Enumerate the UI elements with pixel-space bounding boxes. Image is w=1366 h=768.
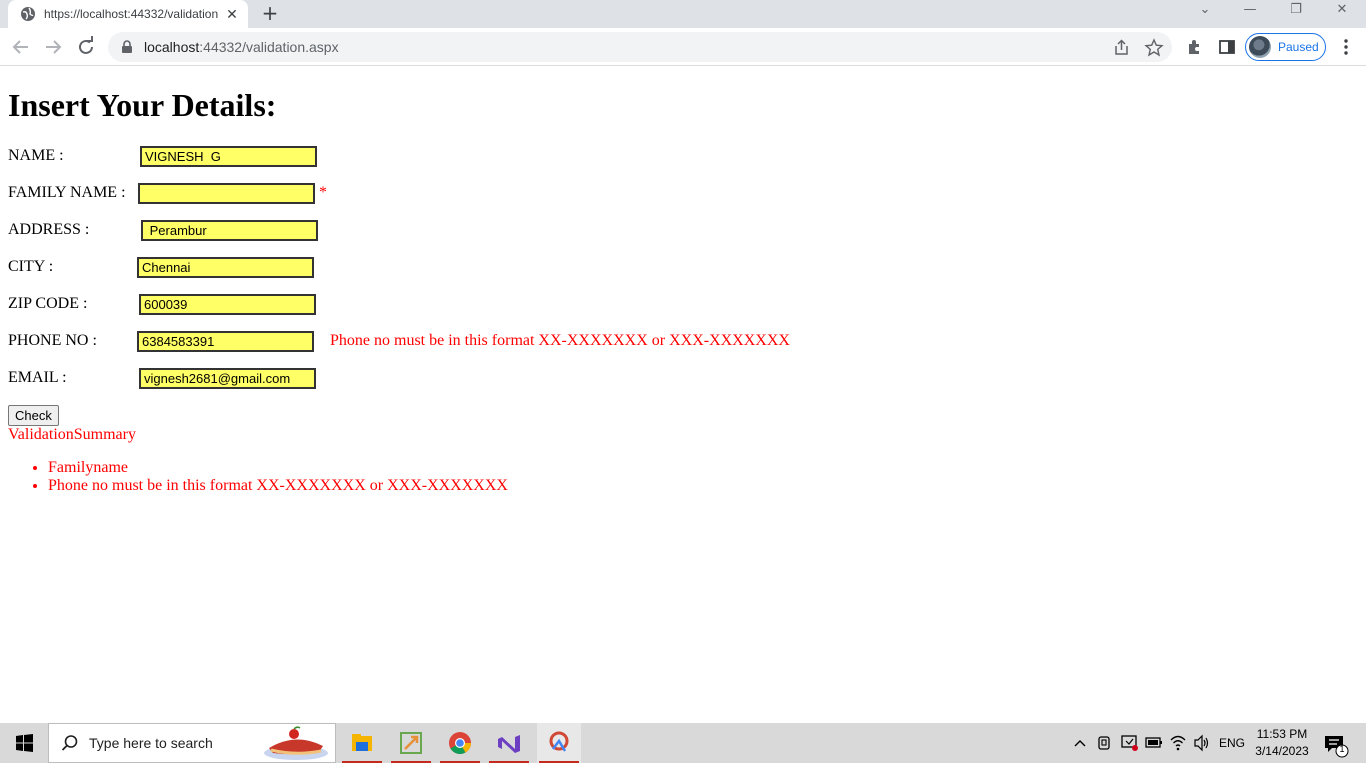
language-indicator[interactable]: ENG — [1219, 723, 1245, 763]
family-name-input[interactable] — [138, 183, 315, 204]
system-clock[interactable]: 11:53 PM 3/14/2023 — [1248, 726, 1316, 760]
taskbar: Type here to search ENG 11:53 PM 3/14/20… — [0, 723, 1366, 763]
app-icon-2 — [549, 731, 569, 752]
page-title: Insert Your Details: — [8, 87, 277, 123]
profile-status: Paused — [1278, 40, 1319, 54]
show-hidden-icons-icon[interactable] — [1072, 723, 1088, 763]
city-label: CITY : — [8, 258, 54, 275]
browser-tab[interactable]: https://localhost:44332/validation ✕ — [8, 0, 248, 28]
validation-summary-title: ValidationSummary — [8, 426, 136, 443]
summary-item: Familyname — [48, 459, 508, 477]
back-icon[interactable] — [9, 35, 33, 59]
zip-code-input[interactable]: 600039 — [139, 294, 316, 315]
address-input[interactable]: Perambur — [141, 220, 318, 241]
required-marker: * — [319, 184, 327, 201]
app-icon — [400, 732, 422, 754]
file-explorer-icon — [352, 734, 372, 751]
meet-now-icon[interactable] — [1096, 723, 1114, 763]
tab-search-icon[interactable]: ⌄ — [1185, 0, 1225, 24]
side-panel-icon[interactable] — [1217, 37, 1237, 57]
minimize-button[interactable]: — — [1230, 0, 1270, 24]
summary-item: Phone no must be in this format XX-XXXXX… — [48, 477, 508, 495]
close-tab-icon[interactable]: ✕ — [224, 6, 240, 23]
forward-icon[interactable] — [41, 35, 65, 59]
phone-input[interactable]: 6384583391 — [137, 331, 314, 352]
new-tab-button[interactable]: + — [258, 2, 282, 26]
restore-button[interactable]: ❐ — [1276, 0, 1316, 24]
file-explorer-app[interactable] — [340, 723, 384, 763]
family-name-label: FAMILY NAME : — [8, 184, 126, 201]
phone-error-message: Phone no must be in this format XX-XXXXX… — [330, 332, 790, 349]
tab-title: https://localhost:44332/validation — [44, 7, 219, 21]
visual-studio-icon — [498, 735, 520, 753]
page-content: Insert Your Details: NAME : VIGNESH G FA… — [0, 67, 1366, 722]
bookmark-star-icon[interactable] — [1144, 38, 1164, 58]
clock-time: 11:53 PM — [1256, 727, 1308, 741]
validation-summary-list: Familyname Phone no must be in this form… — [8, 459, 508, 495]
name-input[interactable]: VIGNESH G — [140, 146, 317, 167]
menu-kebab-icon[interactable] — [1336, 37, 1356, 57]
taskbar-search[interactable]: Type here to search — [48, 723, 336, 763]
battery-icon[interactable] — [1144, 723, 1164, 763]
tab-strip: https://localhost:44332/validation ✕ + ⌄… — [0, 0, 1366, 28]
visual-studio-app[interactable] — [487, 723, 531, 763]
lock-icon[interactable] — [120, 40, 134, 54]
chrome-app[interactable] — [438, 723, 482, 763]
search-icon — [61, 735, 78, 751]
globe-icon — [21, 7, 35, 21]
address-label: ADDRESS : — [8, 221, 90, 238]
notification-count: 1 — [1339, 744, 1345, 754]
name-label: NAME : — [8, 147, 64, 164]
address-bar[interactable]: localhost:44332/validation.aspx — [108, 32, 1172, 62]
city-input[interactable]: Chennai — [137, 257, 314, 278]
pie-day-icon — [264, 726, 328, 760]
volume-icon[interactable] — [1192, 723, 1212, 763]
profile-button[interactable]: Paused — [1245, 33, 1326, 61]
notifications-button[interactable]: 1 — [1322, 723, 1350, 763]
display-icon[interactable] — [1120, 723, 1140, 763]
avatar — [1249, 36, 1271, 58]
email-input[interactable]: vignesh2681@gmail.com — [139, 368, 316, 389]
search-placeholder: Type here to search — [89, 735, 213, 751]
browser-toolbar: localhost:44332/validation.aspx Paused — [0, 28, 1366, 66]
url-host: localhost — [144, 39, 200, 55]
url-path: :44332/validation.aspx — [199, 39, 339, 55]
email-label: EMAIL : — [8, 369, 67, 386]
active-app[interactable] — [537, 723, 581, 763]
app-taskbar-item[interactable] — [389, 723, 433, 763]
share-icon[interactable] — [1112, 38, 1132, 58]
windows-start-icon[interactable] — [0, 723, 48, 763]
notification-icon — [1325, 736, 1349, 758]
reload-icon[interactable] — [74, 35, 98, 59]
clock-date: 3/14/2023 — [1255, 744, 1309, 758]
chrome-icon — [449, 732, 471, 754]
phone-label: PHONE NO : — [8, 332, 97, 349]
close-window-button[interactable]: ✕ — [1322, 0, 1362, 24]
check-button[interactable]: Check — [8, 405, 59, 426]
zip-code-label: ZIP CODE : — [8, 295, 88, 312]
extensions-icon[interactable] — [1185, 37, 1205, 57]
wifi-icon[interactable] — [1168, 723, 1188, 763]
